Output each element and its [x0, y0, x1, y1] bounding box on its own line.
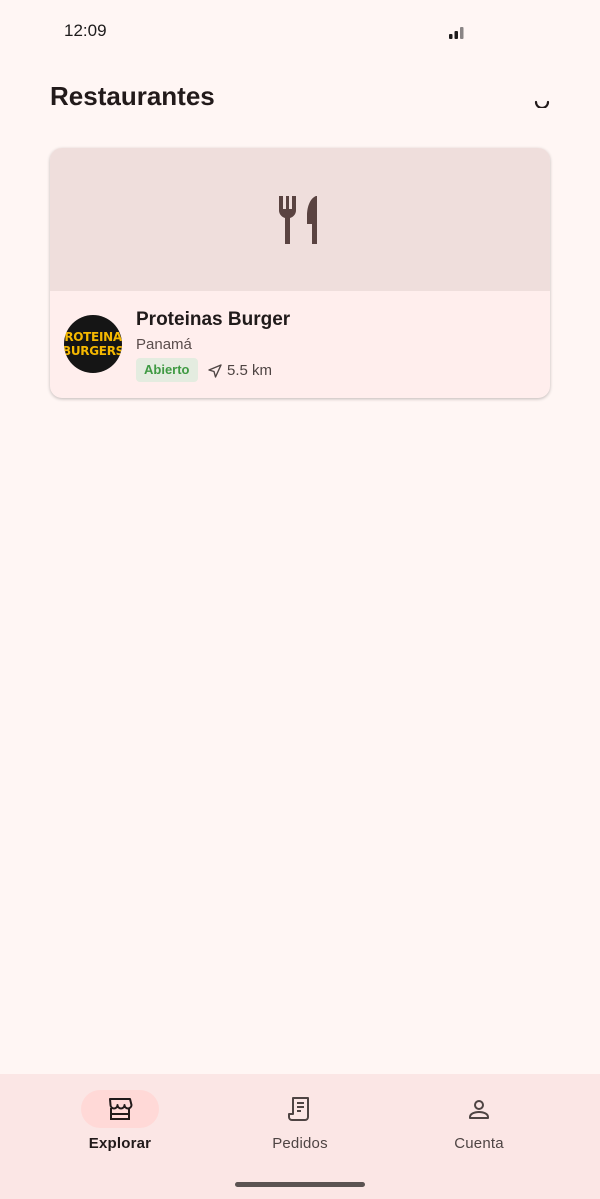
bottom-navigation: Explorar Pedidos Cuenta: [0, 1074, 600, 1199]
home-indicator: [235, 1182, 365, 1187]
nav-label: Cuenta: [454, 1135, 504, 1152]
status-time: 12:09: [64, 21, 107, 40]
nav-item-cuenta[interactable]: Cuenta: [389, 1090, 569, 1170]
card-banner: [50, 148, 550, 291]
nav-label: Explorar: [88, 1135, 152, 1152]
logo-text-line-2: BURGERS: [64, 344, 122, 358]
status-badge: Abierto: [136, 358, 198, 382]
nav-label: Pedidos: [272, 1135, 328, 1152]
nav-item-explorar[interactable]: Explorar: [30, 1090, 210, 1170]
logo-text-line-1: PROTEINAS: [64, 330, 122, 344]
page-title: Restaurantes: [50, 81, 215, 111]
restaurant-card[interactable]: PROTEINAS BURGERS Proteinas Burger Panam…: [50, 148, 550, 398]
receipt-icon: [288, 1097, 309, 1121]
distance-text: 5.5 km: [227, 362, 273, 379]
restaurant-name: Proteinas Burger: [136, 309, 291, 330]
nav-indicator: [81, 1090, 159, 1128]
loading-spinner-icon: [534, 100, 550, 108]
navigation-icon: [208, 363, 222, 378]
card-body: PROTEINAS BURGERS Proteinas Burger Panam…: [50, 291, 550, 398]
status-bar: 12:09: [0, 0, 600, 60]
restaurant-logo: PROTEINAS BURGERS: [64, 315, 122, 373]
signal-icon: [449, 27, 464, 39]
nav-item-pedidos[interactable]: Pedidos: [210, 1090, 390, 1170]
nav-indicator: [261, 1090, 339, 1128]
restaurant-icon: [278, 195, 317, 244]
app-header: Restaurantes: [50, 78, 550, 118]
nav-indicator: [440, 1090, 518, 1128]
storefront-icon: [109, 1098, 133, 1120]
distance-info: 5.5 km: [208, 362, 272, 379]
person-icon: [469, 1100, 489, 1119]
restaurant-location: Panamá: [136, 336, 192, 353]
